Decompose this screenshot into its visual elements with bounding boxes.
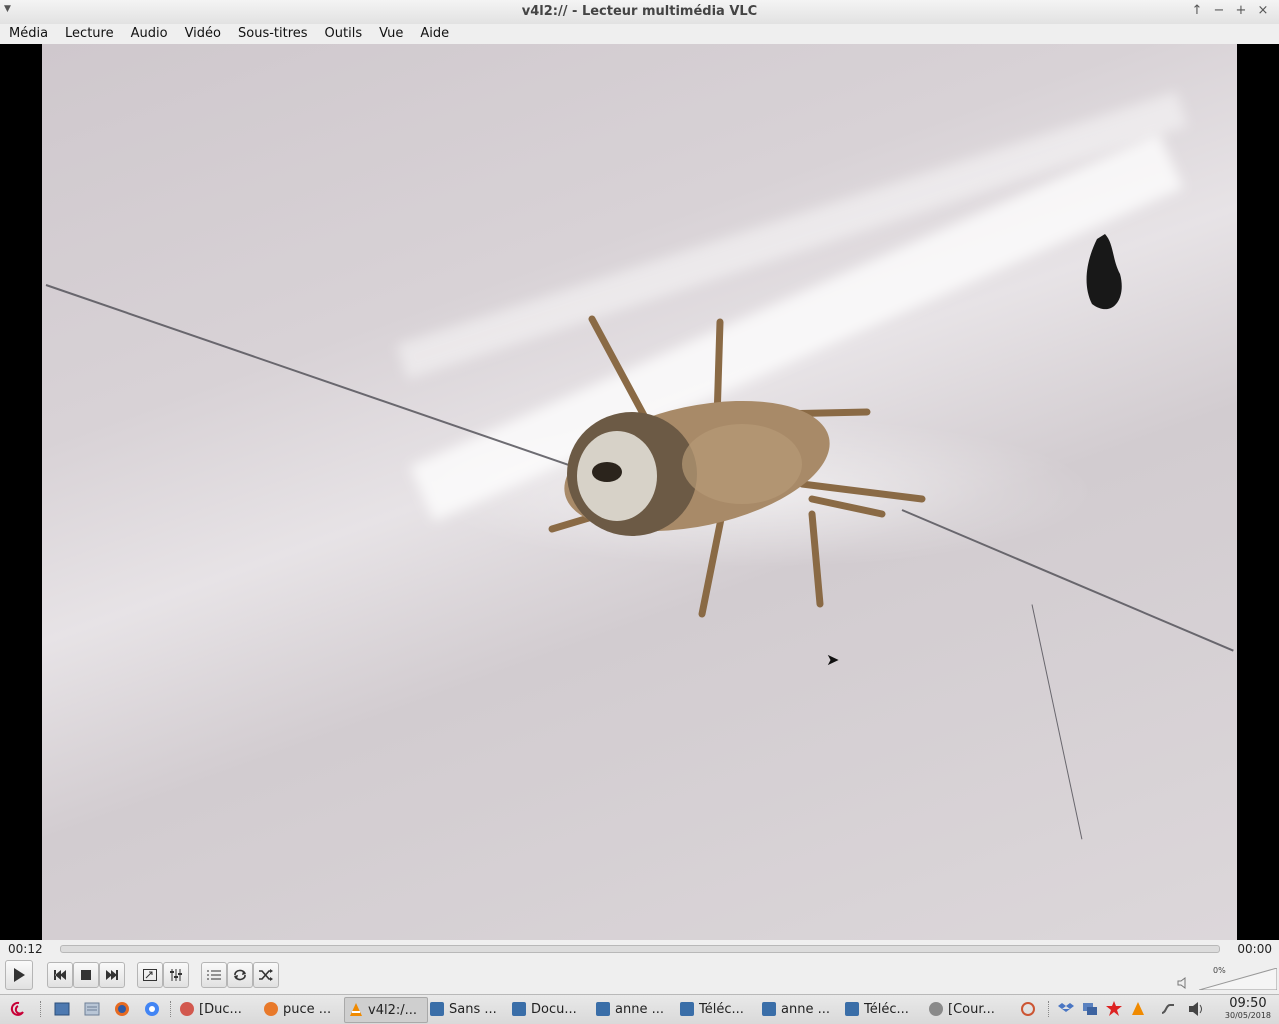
vlc-icon: [350, 1003, 362, 1016]
window-title: v4l2:// - Lecteur multimédia VLC: [521, 4, 758, 19]
task-label: Docu...: [531, 1001, 577, 1017]
menu-view[interactable]: Vue: [370, 24, 411, 44]
mouse-cursor-icon: ➤: [826, 650, 840, 669]
task-button[interactable]: anne ...: [596, 997, 674, 1021]
total-time: 00:00: [1237, 942, 1272, 956]
separator: [40, 1001, 43, 1017]
clock-time: 09:50: [1229, 996, 1267, 1011]
network-icon[interactable]: [1082, 1001, 1098, 1017]
extended-settings-button[interactable]: [163, 962, 189, 988]
firefox-icon: [264, 1002, 278, 1016]
separator: [1048, 1001, 1051, 1017]
fullscreen-button[interactable]: [137, 962, 163, 988]
debian-menu-icon[interactable]: [10, 1001, 26, 1017]
update-alert-icon[interactable]: [1106, 1001, 1122, 1017]
video-area[interactable]: ➤: [0, 44, 1279, 940]
task-button[interactable]: Sans ...: [430, 997, 506, 1021]
volume-percent: 0%: [1213, 966, 1226, 975]
previous-button[interactable]: [47, 962, 73, 988]
chromium-launcher-icon[interactable]: [144, 1001, 160, 1017]
equalizer-icon: [170, 969, 182, 981]
task-label: puce ...: [283, 1001, 332, 1017]
task-button[interactable]: Téléc...: [680, 997, 758, 1021]
playback-controls: 0%: [0, 958, 1279, 994]
folder-icon: [512, 1002, 526, 1016]
task-label: anne ...: [781, 1001, 830, 1017]
task-button[interactable]: Téléc...: [845, 997, 923, 1021]
seek-row: 00:12 00:00: [0, 940, 1279, 958]
next-icon: [106, 970, 118, 980]
separator: [170, 1001, 173, 1017]
task-label: Téléc...: [864, 1001, 909, 1017]
clock[interactable]: 09:50 30/05/2018: [1225, 997, 1271, 1021]
shuffle-button[interactable]: [253, 962, 279, 988]
video-frame-mite-image: ➤: [42, 44, 1237, 940]
menu-media[interactable]: Média: [0, 24, 56, 44]
next-button[interactable]: [99, 962, 125, 988]
mite-specimen: [548, 234, 1122, 618]
task-label: v4l2:/...: [368, 1002, 418, 1018]
window-titlebar[interactable]: ▼ v4l2:// - Lecteur multimédia VLC ↑ − +…: [0, 0, 1279, 25]
elapsed-time: 00:12: [8, 942, 43, 956]
menu-audio[interactable]: Audio: [122, 24, 176, 44]
clock-date: 30/05/2018: [1224, 1011, 1271, 1020]
playlist-icon: [207, 970, 221, 980]
previous-icon: [54, 970, 66, 980]
fullscreen-icon: [143, 969, 157, 981]
menu-tools[interactable]: Outils: [316, 24, 371, 44]
menubar: Média Lecture Audio Vidéo Sous-titres Ou…: [0, 24, 1279, 44]
download-icon: [680, 1002, 694, 1016]
download-icon: [845, 1002, 859, 1016]
menu-lecture[interactable]: Lecture: [56, 24, 122, 44]
power-cable-icon[interactable]: [1160, 1001, 1176, 1017]
task-label: anne ...: [615, 1001, 664, 1017]
playlist-button[interactable]: [201, 962, 227, 988]
seek-slider[interactable]: [60, 945, 1220, 953]
minimize-button[interactable]: −: [1213, 3, 1225, 18]
shuffle-icon: [259, 969, 273, 981]
firefox-launcher-icon[interactable]: [114, 1001, 130, 1017]
speaker-muted-icon: [1177, 977, 1186, 989]
volume-tray-icon[interactable]: [1188, 1001, 1204, 1017]
chromium-icon: [929, 1002, 943, 1016]
task-button-active[interactable]: v4l2:/...: [344, 997, 428, 1023]
close-button[interactable]: ×: [1257, 3, 1269, 18]
task-button[interactable]: Docu...: [512, 997, 590, 1021]
taskbar: [Duc... puce ... v4l2:/... Sans ... Docu…: [0, 994, 1279, 1024]
show-desktop-icon[interactable]: [54, 1001, 70, 1017]
menu-subtitles[interactable]: Sous-titres: [229, 24, 316, 44]
task-button[interactable]: [Cour...: [929, 997, 1007, 1021]
volume-control[interactable]: 0%: [1177, 966, 1277, 992]
task-button[interactable]: anne ...: [762, 997, 840, 1021]
task-label: Téléc...: [699, 1001, 744, 1017]
stop-button[interactable]: [73, 962, 99, 988]
task-label: Sans ...: [449, 1001, 497, 1017]
tray-app-icon[interactable]: [1020, 1001, 1036, 1017]
menu-video[interactable]: Vidéo: [176, 24, 229, 44]
mail-icon: [762, 1002, 776, 1016]
stop-icon: [81, 970, 91, 980]
menu-help[interactable]: Aide: [411, 24, 457, 44]
document-icon: [430, 1002, 444, 1016]
play-icon: [14, 968, 25, 982]
maximize-button[interactable]: +: [1235, 3, 1247, 18]
task-label: [Cour...: [948, 1001, 995, 1017]
task-button[interactable]: puce ...: [264, 997, 340, 1021]
chromium-icon: [180, 1002, 194, 1016]
task-label: [Duc...: [199, 1001, 242, 1017]
task-button[interactable]: [Duc...: [180, 997, 256, 1021]
play-button[interactable]: [5, 960, 33, 990]
loop-button[interactable]: [227, 962, 253, 988]
keep-above-button[interactable]: ↑: [1191, 3, 1203, 18]
vlc-tray-icon[interactable]: [1130, 1001, 1146, 1017]
dropbox-icon[interactable]: [1058, 1001, 1074, 1017]
volume-slider[interactable]: [1199, 968, 1277, 990]
mail-icon: [596, 1002, 610, 1016]
loop-icon: [234, 969, 246, 981]
file-manager-icon[interactable]: [84, 1001, 100, 1017]
